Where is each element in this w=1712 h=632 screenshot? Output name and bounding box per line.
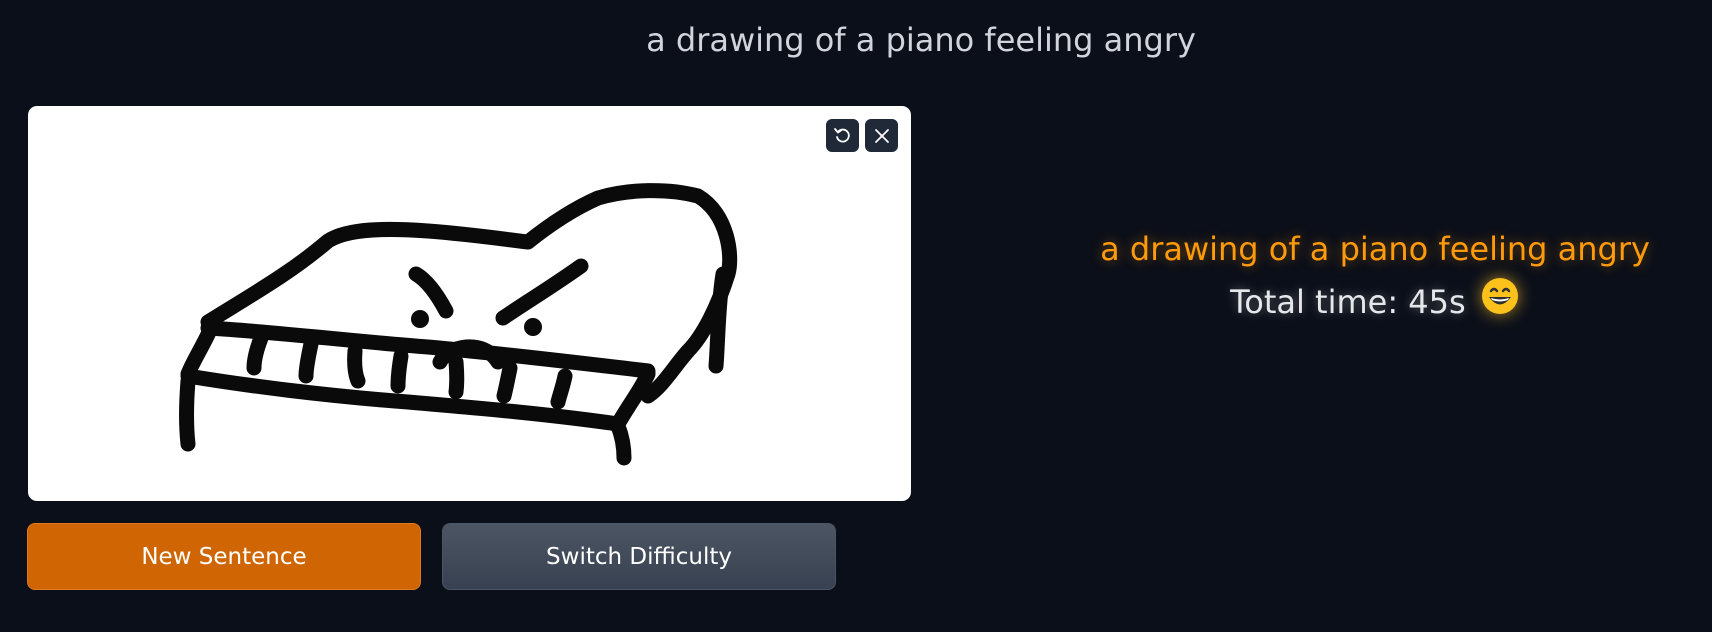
sketch-stroke (610, 418, 632, 466)
sketch-stroke (408, 266, 454, 319)
total-time-text: Total time: 45s (1230, 283, 1466, 321)
sketch-eye (411, 310, 429, 328)
result-prompt: a drawing of a piano feeling angry (1100, 230, 1650, 268)
new-sentence-button[interactable]: New Sentence (27, 523, 421, 590)
sketch-stroke (200, 320, 656, 379)
result-time-line: Total time: 45s (1050, 274, 1700, 333)
sketch-stroke (298, 336, 319, 384)
switch-difficulty-button[interactable]: Switch Difficulty (442, 523, 836, 590)
sketch-stroke (390, 348, 409, 394)
result-panel: a drawing of a piano feeling angry Total… (1050, 224, 1700, 333)
sketch-stroke (550, 368, 573, 410)
sketch-stroke (496, 360, 518, 404)
sketch-stroke (495, 258, 589, 326)
sketch-stroke (708, 266, 731, 374)
sketch-stroke (347, 343, 366, 389)
undo-button[interactable] (826, 119, 859, 152)
sketch-stroke (246, 330, 269, 376)
canvas-toolbar (826, 119, 898, 152)
sketch-eye (524, 318, 542, 336)
sketch-stroke (448, 354, 465, 400)
piano-sketch (179, 183, 738, 466)
prompt-title: a drawing of a piano feeling angry (646, 21, 1196, 59)
close-icon (874, 128, 889, 143)
sketch-canvas[interactable] (28, 106, 911, 501)
app-root: a drawing of a piano feeling angry New S… (0, 0, 1712, 632)
grinning-face-emoji-icon (1480, 276, 1520, 333)
undo-icon (833, 127, 850, 142)
sketch-stroke (179, 373, 196, 452)
clear-button[interactable] (865, 119, 898, 152)
